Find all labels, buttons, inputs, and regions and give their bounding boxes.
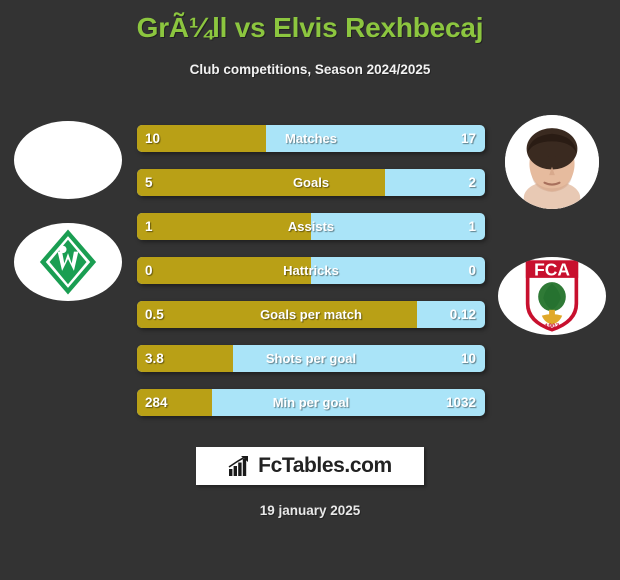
stat-away-value: 0 <box>468 263 476 278</box>
werder-bremen-logo-icon <box>39 229 97 295</box>
stat-row: 284 Min per goal 1032 <box>137 389 485 416</box>
footer-date: 19 january 2025 <box>259 503 361 518</box>
stat-away-value: 2 <box>468 175 476 190</box>
player-portrait-icon <box>505 115 599 209</box>
stat-home-value: 10 <box>145 131 161 146</box>
brand-name: FcTables.com <box>258 454 392 477</box>
stats-list: 10 Matches 17 5 Goals 2 1 Assists 1 0 Ha… <box>137 125 485 433</box>
stat-bar-home-fill <box>137 213 311 240</box>
right-player-photo-wrap <box>492 112 612 212</box>
stat-row: 0 Hattricks 0 <box>137 257 485 284</box>
right-player-photo <box>505 115 599 209</box>
stat-home-value: 0 <box>145 263 153 278</box>
brand-logo[interactable]: FcTables.com <box>196 447 424 485</box>
stat-bar-background <box>137 389 485 416</box>
left-player-photo <box>14 121 122 199</box>
stat-bar-background <box>137 257 485 284</box>
stat-bar-home-fill <box>137 257 311 284</box>
left-club-logo-bg <box>14 223 122 301</box>
svg-text:1907: 1907 <box>545 323 560 330</box>
stat-home-value: 5 <box>145 175 153 190</box>
stat-away-value: 1032 <box>445 395 476 410</box>
stat-row: 1 Assists 1 <box>137 213 485 240</box>
stat-away-value: 1 <box>468 219 476 234</box>
fc-augsburg-logo-icon: FCA 1907 <box>525 260 579 332</box>
stat-comparison-page: GrÃ¼ll vs Elvis Rexhbecaj Club competiti… <box>0 0 620 580</box>
right-club-logo-wrap: FCA 1907 <box>492 246 612 346</box>
stat-home-value: 0.5 <box>145 307 164 322</box>
stat-row: 10 Matches 17 <box>137 125 485 152</box>
stat-away-value: 17 <box>460 131 476 146</box>
stat-home-value: 284 <box>145 395 168 410</box>
left-club-logo-wrap <box>8 212 128 312</box>
page-title: GrÃ¼ll vs Elvis Rexhbecaj <box>136 12 484 43</box>
stat-away-value: 0.12 <box>449 307 476 322</box>
stat-bar-background <box>137 345 485 372</box>
right-player-column: FCA 1907 <box>492 112 612 352</box>
stat-bar-background <box>137 169 485 196</box>
stat-row: 5 Goals 2 <box>137 169 485 196</box>
stat-home-value: 3.8 <box>145 351 164 366</box>
page-subtitle: Club competitions, Season 2024/2025 <box>189 62 431 77</box>
stat-bar-background <box>137 125 485 152</box>
stat-bar-home-fill <box>137 301 418 328</box>
stat-away-value: 10 <box>460 351 476 366</box>
svg-text:FCA: FCA <box>534 260 570 280</box>
stat-row: 0.5 Goals per match 0.12 <box>137 301 485 328</box>
stat-bar-background <box>137 301 485 328</box>
stat-row: 3.8 Shots per goal 10 <box>137 345 485 372</box>
stat-bar-home-fill <box>137 169 386 196</box>
stat-bar-background <box>137 213 485 240</box>
bar-chart-icon <box>228 456 249 476</box>
left-player-photo-wrap <box>8 112 128 208</box>
left-player-column <box>8 112 128 352</box>
stat-home-value: 1 <box>145 219 153 234</box>
right-club-logo-bg: FCA 1907 <box>498 257 606 335</box>
